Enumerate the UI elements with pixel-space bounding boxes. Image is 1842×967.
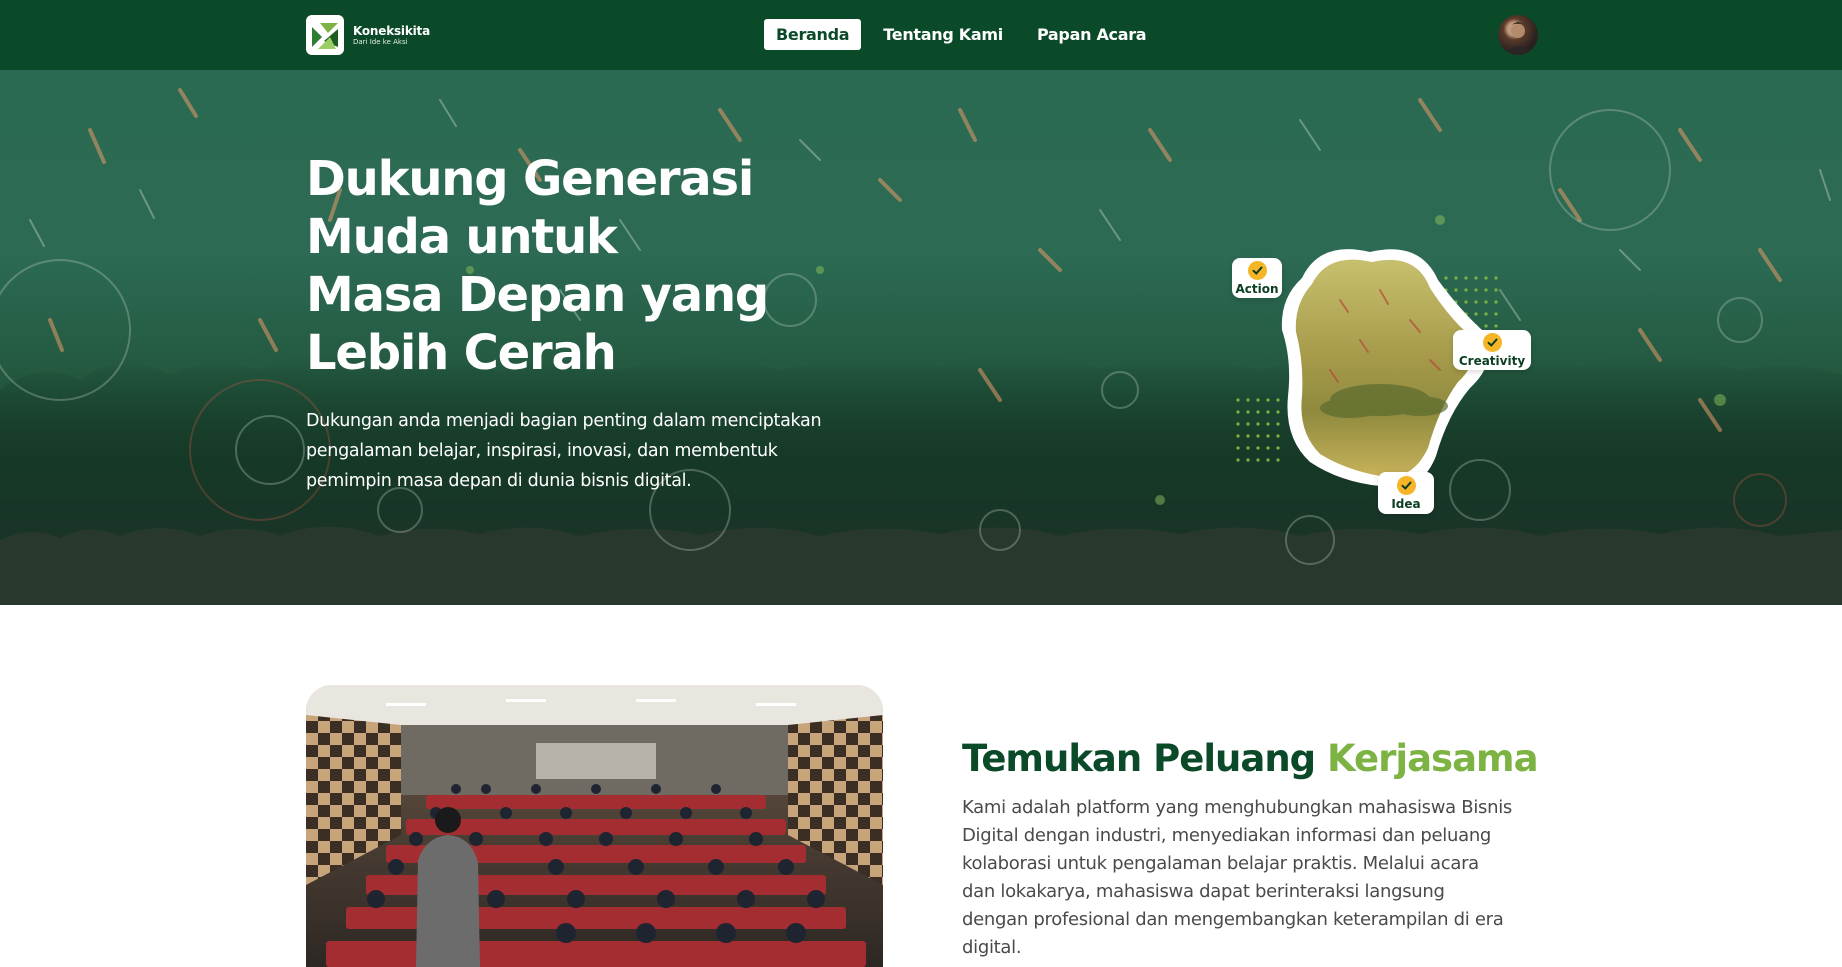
- seminar-hall-image: [306, 685, 883, 967]
- check-circle-icon: [1247, 260, 1267, 280]
- hero-title-line: Dukung Generasi: [306, 151, 754, 207]
- hero-title-line: Masa Depan yang: [306, 267, 769, 323]
- check-circle-icon: [1396, 475, 1416, 495]
- nav-link-papan-acara[interactable]: Papan Acara: [1025, 19, 1158, 50]
- chip-label-action: Action: [1235, 281, 1279, 296]
- navbar: Koneksikita Dari Ide ke Aksi Beranda Ten…: [0, 0, 1842, 70]
- chip-label-idea: Idea: [1391, 496, 1421, 511]
- seminar-photo: [306, 685, 883, 967]
- brand-tagline: Dari Ide ke Aksi: [353, 37, 408, 46]
- feature-description-line: kolaborasi untuk pengalaman belajar prak…: [962, 853, 1479, 874]
- koneksikita-logo-icon: [306, 15, 344, 55]
- feature-description-line: dan lokakarya, mahasiswa dapat berintera…: [962, 881, 1445, 902]
- chip-action: Action: [1232, 258, 1282, 298]
- feature-title-part2: Kerjasama: [1327, 737, 1539, 780]
- feature-description: Kami adalah platform yang menghubungkan …: [962, 794, 1552, 962]
- feature-description-line: dengan profesional dan mengembangkan ket…: [962, 909, 1504, 930]
- hero-background-image: [0, 88, 1842, 605]
- hero-section: Dukung Generasi Muda untuk Masa Depan ya…: [0, 70, 1842, 605]
- hero-title-line: Lebih Cerah: [306, 325, 617, 381]
- brand-text: Koneksikita Dari Ide ke Aksi: [353, 24, 430, 47]
- hero-description-line: pemimpin masa depan di dunia bisnis digi…: [306, 471, 692, 491]
- feature-description-line: digital.: [962, 937, 1022, 958]
- chip-idea: Idea: [1378, 472, 1434, 514]
- hero-title: Dukung Generasi Muda untuk Masa Depan ya…: [306, 150, 866, 382]
- hero-description-line: Dukungan anda menjadi bagian penting dal…: [306, 411, 822, 431]
- hero-title-line: Muda untuk: [306, 209, 618, 265]
- brand-name: Koneksikita: [353, 23, 430, 38]
- check-circle-icon: [1482, 332, 1502, 352]
- chip-creativity: Creativity: [1453, 330, 1531, 370]
- chip-label-creativity: Creativity: [1458, 353, 1526, 368]
- feature-title-part1: Temukan Peluang: [962, 737, 1316, 780]
- hero-illustration: Action Creativity Idea: [1230, 200, 1540, 520]
- brand[interactable]: Koneksikita Dari Ide ke Aksi: [306, 15, 430, 55]
- feature-title: Temukan Peluang Kerjasama: [962, 737, 1539, 780]
- nav-link-tentang-kami[interactable]: Tentang Kami: [871, 19, 1015, 50]
- feature-description-line: Kami adalah platform yang menghubungkan …: [962, 797, 1513, 818]
- avatar-photo: [1504, 22, 1532, 55]
- main-nav: Beranda Tentang Kami Papan Acara: [764, 19, 1158, 50]
- feature-description-line: Digital dengan industri, menyediakan inf…: [962, 825, 1492, 846]
- user-avatar[interactable]: [1498, 15, 1538, 55]
- hero-description: Dukungan anda menjadi bagian penting dal…: [306, 406, 886, 496]
- hero-description-line: pengalaman belajar, inspirasi, inovasi, …: [306, 441, 778, 461]
- nav-link-beranda[interactable]: Beranda: [764, 19, 862, 50]
